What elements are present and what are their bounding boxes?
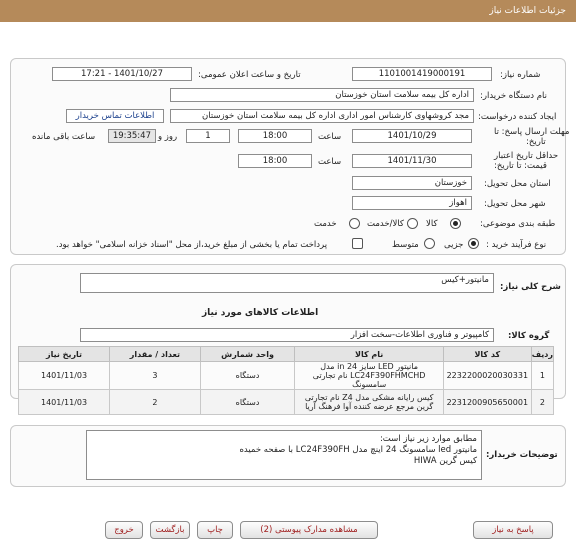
cell-unit: دستگاه <box>199 389 296 415</box>
attachments-button[interactable]: مشاهده مدارک پیوستی (2) <box>240 521 378 539</box>
summary-label: شرح کلی نیاز: <box>500 282 561 292</box>
page-header: جزئیات اطلاعات نیاز <box>0 0 576 22</box>
buyer-notes-line: مطابق موارد زیر نیاز است: <box>379 434 477 444</box>
days-field: 1 <box>186 129 230 143</box>
buyer-field: اداره کل بیمه سلامت استان خوزستان <box>170 88 474 102</box>
province-field: خوزستان <box>352 176 472 190</box>
days-label: روز و <box>158 132 178 142</box>
process-radio-partial[interactable] <box>468 238 479 249</box>
need-number-label: شماره نیاز: <box>500 70 541 80</box>
deadline-date-label: تاریخ: <box>526 137 546 147</box>
remaining-time-label: ساعت باقی مانده <box>32 132 96 142</box>
summary-field: مانیتور+کیس <box>80 273 494 293</box>
print-button[interactable]: چاپ <box>197 521 233 539</box>
process-option-partial: جزیی <box>444 240 464 250</box>
cell-code: 2232200020030331 <box>442 361 532 390</box>
remaining-time-field: 19:35:47 <box>108 129 156 143</box>
col-header-code: کد کالا <box>442 346 532 362</box>
treasury-payment-note: پرداخت تمام یا بخشی از مبلغ خرید،از محل … <box>56 240 328 250</box>
col-header-row: ردیف <box>530 346 555 362</box>
buyer-notes-field: مطابق موارد زیر نیاز است: مانیتور led سا… <box>86 430 482 480</box>
validity-label: حداقل تاریخ اعتبار <box>494 151 559 161</box>
buyer-contact-link[interactable]: اطلاعات تماس خریدار <box>66 109 164 123</box>
deadline-time-field: 18:00 <box>238 129 312 143</box>
goods-group-field: کامپیوتر و فناوری اطلاعات-سخت افزار <box>80 328 494 342</box>
buyer-label: نام دستگاه خریدار: <box>480 91 547 101</box>
province-label: استان محل تحویل: <box>484 179 551 189</box>
process-radio-medium[interactable] <box>424 238 435 249</box>
validity-time-field: 18:00 <box>238 154 312 168</box>
buyer-notes-line: کیس گرین HIWA <box>413 456 477 466</box>
need-number-field: 1101001419000191 <box>352 67 492 81</box>
page-title: جزئیات اطلاعات نیاز <box>489 6 566 16</box>
back-button[interactable]: بازگشت <box>150 521 190 539</box>
cell-row: 2 <box>530 389 555 415</box>
col-header-date: تاریخ نیاز <box>17 346 111 362</box>
col-header-name: نام کالا <box>294 346 444 362</box>
reply-button[interactable]: پاسخ به نیاز <box>473 521 553 539</box>
goods-group-label: گروه کالا: <box>508 331 550 341</box>
announce-field: 1401/10/27 - 17:21 <box>52 67 192 81</box>
category-option-service: خدمت <box>314 219 337 229</box>
process-label: نوع فرآیند خرید : <box>486 240 547 250</box>
cell-row: 1 <box>530 361 555 390</box>
cell-name: کیس رایانه مشکی مدل Z4 نام تجارتی گرین م… <box>294 389 444 415</box>
validity-time-label: ساعت <box>318 157 342 167</box>
announce-label: تاریخ و ساعت اعلان عمومی: <box>198 70 301 80</box>
deadline-label: مهلت ارسال پاسخ: تا <box>494 127 570 137</box>
cell-date: 1401/11/03 <box>17 361 111 390</box>
city-field: اهواز <box>352 196 472 210</box>
buyer-notes-label: توضیحات خریدار: <box>486 450 558 460</box>
category-option-goods-service: کالا/خدمت <box>367 219 404 229</box>
cell-date: 1401/11/03 <box>17 389 111 415</box>
category-label: طبقه بندی موضوعی: <box>480 219 556 229</box>
validity-date-label: قیمت: تا تاریخ: <box>494 161 547 171</box>
goods-section-title: اطلاعات کالاهای مورد نیاز <box>202 308 319 318</box>
col-header-qty: تعداد / مقدار <box>109 346 201 362</box>
cell-unit: دستگاه <box>199 361 296 390</box>
cell-code: 2231200905650001 <box>442 389 532 415</box>
category-radio-goods-service[interactable] <box>407 218 418 229</box>
validity-date-field: 1401/11/30 <box>352 154 472 168</box>
cell-qty: 3 <box>109 361 201 390</box>
treasury-payment-checkbox[interactable] <box>352 238 363 249</box>
process-option-medium: متوسط <box>392 240 419 250</box>
deadline-date-field: 1401/10/29 <box>352 129 472 143</box>
exit-button[interactable]: خروج <box>105 521 143 539</box>
category-radio-service[interactable] <box>349 218 360 229</box>
cell-name: مانیتور LED سایز 24 in مدل LC24F390FHMCH… <box>294 361 444 390</box>
cell-qty: 2 <box>109 389 201 415</box>
buyer-notes-line: مانیتور led سامسونگ 24 اینچ مدل LC24F390… <box>239 445 477 455</box>
deadline-time-label: ساعت <box>318 132 342 142</box>
category-option-goods: کالا <box>426 219 438 229</box>
city-label: شهر محل تحویل: <box>484 199 546 209</box>
category-radio-goods[interactable] <box>450 218 461 229</box>
table-row: 1 2232200020030331 مانیتور LED سایز 24 i… <box>17 361 555 390</box>
goods-table: ردیف کد کالا نام کالا واحد شمارش تعداد /… <box>17 346 555 415</box>
table-row: 2 2231200905650001 کیس رایانه مشکی مدل Z… <box>17 389 555 415</box>
requester-label: ایجاد کننده درخواست: <box>478 112 557 122</box>
requester-field: مجد کروشهاوی کارشناس امور اداری اداره کل… <box>170 109 474 123</box>
col-header-unit: واحد شمارش <box>199 346 296 362</box>
